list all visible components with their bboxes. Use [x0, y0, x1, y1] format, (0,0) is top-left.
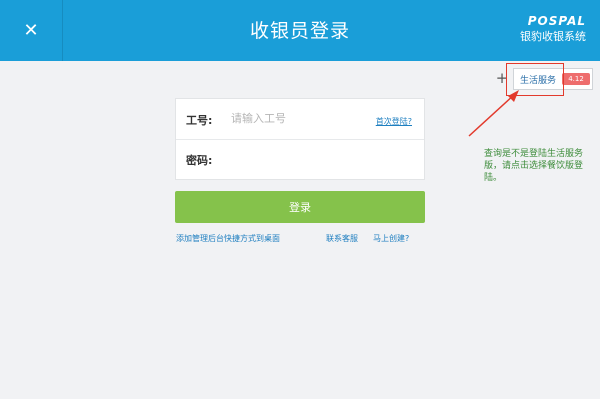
- add-shortcut-link[interactable]: 添加管理后台快捷方式到桌面: [176, 233, 280, 244]
- first-login-link[interactable]: 首次登陆?: [376, 116, 412, 127]
- password-row: 密码:: [176, 139, 424, 179]
- login-form: 工号: 首次登陆? 密码:: [175, 98, 425, 180]
- top-bar: ✕ 收银员登录 POSPAL 银豹收银系统: [0, 0, 600, 61]
- password-label: 密码:: [186, 154, 213, 167]
- brand-logo-text: POSPAL: [527, 14, 586, 28]
- password-input[interactable]: [231, 148, 361, 168]
- employee-id-label: 工号:: [186, 114, 213, 127]
- create-now-link[interactable]: 马上创建?: [373, 233, 409, 244]
- page-title: 收银员登录: [249, 20, 350, 42]
- contact-service-link[interactable]: 联系客服: [326, 233, 358, 244]
- employee-id-input[interactable]: [231, 108, 361, 128]
- annotation-text: 查询是不是登陆生活服务版，请点击选择餐饮版登陆。: [484, 149, 584, 183]
- employee-id-row: 工号: 首次登陆?: [176, 99, 424, 140]
- annotation-arrow: [468, 90, 519, 137]
- brand-logo-subtitle: 银豹收银系统: [520, 30, 586, 43]
- login-button[interactable]: 登录: [175, 191, 425, 223]
- brand-logo: POSPAL 银豹收银系统: [520, 14, 586, 44]
- version-badge: 4.12: [562, 73, 590, 85]
